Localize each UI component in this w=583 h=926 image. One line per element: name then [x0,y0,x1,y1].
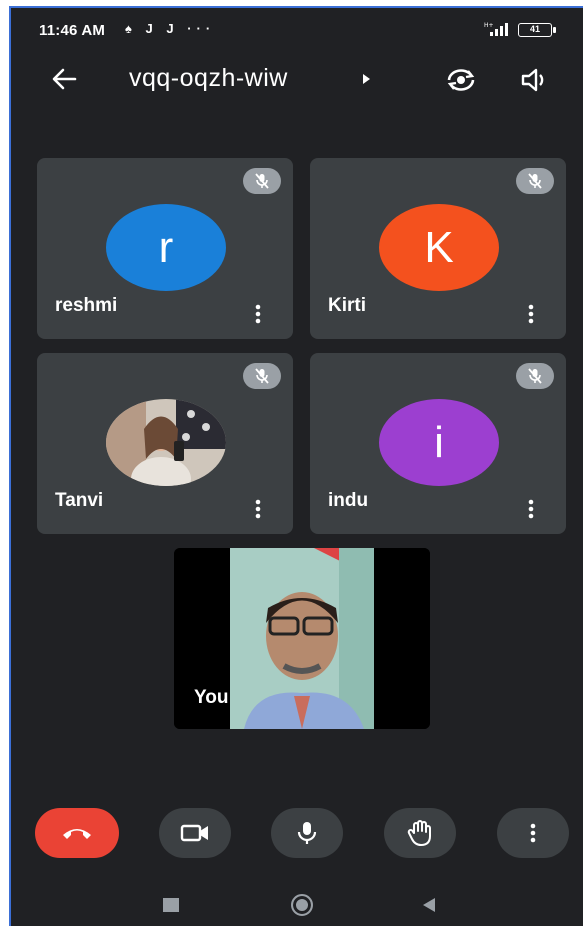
mic-off-icon [243,168,281,194]
notification-icons: ♠ J J ··· [125,21,216,36]
back-arrow-icon[interactable] [49,64,79,94]
more-options-button[interactable] [497,808,569,858]
self-view-tile[interactable]: You [174,548,430,729]
microphone-toggle-button[interactable] [271,808,343,858]
back-icon[interactable] [423,898,435,912]
participant-name: Kirti [328,295,366,316]
participant-tile-reshmi[interactable]: r reshmi [37,158,293,339]
participant-name: reshmi [55,295,118,316]
avatar-indu: i [379,399,499,486]
raise-hand-button[interactable] [384,808,456,858]
self-label: You [194,687,229,708]
avatar-initial: K [424,222,454,272]
avatar-reshmi: r [106,204,226,291]
avatar-tanvi-photo [106,399,226,486]
participant-name: indu [328,490,369,511]
raise-hand-icon [407,820,431,846]
recent-apps-icon[interactable] [163,898,179,912]
meeting-header: vqq-oqzh-wiw [11,54,583,104]
status-bar: 11:46 AM ♠ J J ··· H+ 41 [11,8,583,48]
participant-tile-indu[interactable]: i indu [310,353,566,534]
svg-text:H+: H+ [484,22,494,29]
more-vert-icon[interactable] [526,303,536,325]
more-vert-icon[interactable] [253,303,263,325]
switch-camera-icon[interactable] [444,66,478,94]
phone-screen: 11:46 AM ♠ J J ··· H+ 41 vqq-oqzh-wiw r … [9,6,583,926]
avatar-kirti: K [379,204,499,291]
participant-tile-kirti[interactable]: K Kirti [310,158,566,339]
more-vert-icon[interactable] [253,498,263,520]
participant-tile-tanvi[interactable]: Tanvi [37,353,293,534]
camera-toggle-button[interactable] [159,808,231,858]
microphone-icon [297,822,317,844]
mic-off-icon [516,168,554,194]
status-time: 11:46 AM [39,22,106,39]
mic-off-icon [516,363,554,389]
more-vert-icon[interactable] [526,498,536,520]
speaker-icon[interactable] [519,66,549,94]
meeting-code[interactable]: vqq-oqzh-wiw [129,64,288,93]
meeting-details-arrow-icon[interactable] [363,74,370,84]
phone-hangup-icon [63,829,91,839]
more-vert-icon [530,823,536,843]
battery-icon: 41 [518,23,556,37]
video-camera-icon [180,824,208,842]
battery-level: 41 [529,24,540,34]
home-icon[interactable] [291,894,313,916]
signal-icon: H+ [484,22,508,36]
avatar-initial: i [434,417,444,467]
participant-name: Tanvi [55,490,104,511]
avatar-initial: r [158,222,174,272]
end-call-button[interactable] [35,808,119,858]
mic-off-icon [243,363,281,389]
